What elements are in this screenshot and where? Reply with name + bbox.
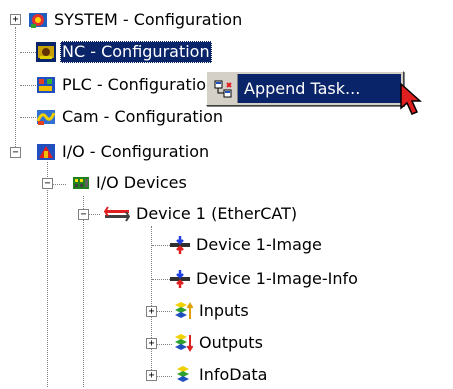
tree-item-label: SYSTEM - Configuration: [54, 10, 243, 29]
collapse-toggle-device1[interactable]: −: [78, 209, 89, 220]
tree-item-label: PLC - Configuration: [62, 75, 217, 94]
tree-line: [152, 245, 172, 246]
io-config-icon: [36, 142, 56, 162]
tree-line: [47, 162, 48, 387]
tree-item-device1-image[interactable]: Device 1-Image: [170, 233, 324, 257]
tree-line: [156, 311, 172, 312]
tree-item-device1[interactable]: Device 1 (EtherCAT): [103, 202, 299, 226]
io-devices-icon: [72, 174, 90, 192]
tree-line: [52, 184, 66, 185]
expand-toggle-system[interactable]: +: [10, 14, 21, 25]
plc-config-icon: [36, 75, 56, 95]
process-image-icon: [170, 269, 190, 289]
tree-item-system[interactable]: SYSTEM - Configuration: [28, 8, 244, 32]
cam-config-icon: [36, 107, 56, 127]
collapse-toggle-io-devices[interactable]: −: [42, 178, 53, 189]
mouse-cursor-icon: [395, 82, 427, 126]
infodata-icon: [173, 365, 193, 385]
tree-item-plc[interactable]: PLC - Configuration: [36, 73, 218, 97]
tree-item-label: I/O Devices: [96, 173, 187, 192]
tree-item-label: Device 1-Image: [196, 235, 322, 254]
tree-line: [152, 279, 172, 280]
tree-item-infodata[interactable]: InfoData: [173, 363, 269, 387]
tree-line: [20, 52, 36, 53]
tree-line: [83, 196, 84, 387]
outputs-icon: [173, 333, 194, 353]
tree-line: [20, 117, 36, 118]
tree-line: [156, 376, 172, 377]
tree-item-label: InfoData: [199, 365, 268, 384]
tree-line: [88, 214, 100, 215]
expand-toggle-inputs[interactable]: +: [146, 306, 157, 317]
tree-item-io-devices[interactable]: I/O Devices: [72, 171, 189, 195]
tree-item-label: Device 1-Image-Info: [196, 269, 358, 288]
tree-item-label: Outputs: [199, 333, 263, 352]
tree-line: [15, 27, 16, 153]
append-task-icon: [209, 74, 238, 103]
tree-line: [20, 85, 36, 86]
append-task-menu-item[interactable]: Append Task...: [209, 74, 401, 103]
tree-item-label: NC - Configuration: [60, 41, 212, 63]
menu-item-label: Append Task...: [244, 79, 361, 98]
tree-item-io[interactable]: I/O - Configuration: [36, 140, 211, 164]
tree-item-label: Cam - Configuration: [62, 107, 224, 126]
tree-item-device1-image-info[interactable]: Device 1-Image-Info: [170, 267, 360, 291]
process-image-icon: [170, 235, 190, 255]
tree-item-label: I/O - Configuration: [62, 142, 210, 161]
configuration-tree: + − − − + + + SYSTEM - Configuration NC …: [0, 0, 453, 387]
nc-config-icon: [36, 42, 56, 62]
system-config-icon: [28, 10, 48, 30]
tree-line: [156, 344, 172, 345]
collapse-toggle-io[interactable]: −: [10, 147, 21, 158]
tree-item-cam[interactable]: Cam - Configuration: [36, 105, 225, 129]
tree-item-nc[interactable]: NC - Configuration: [36, 40, 212, 64]
expand-toggle-infodata[interactable]: +: [146, 370, 157, 381]
tree-item-outputs[interactable]: Outputs: [173, 331, 265, 355]
inputs-icon: [173, 301, 194, 321]
tree-item-label: Inputs: [199, 301, 249, 320]
tree-item-inputs[interactable]: Inputs: [173, 299, 251, 323]
tree-line: [151, 226, 152, 376]
context-menu: Append Task...: [206, 71, 404, 106]
tree-item-label: Device 1 (EtherCAT): [136, 204, 298, 223]
ethercat-device-icon: [103, 204, 131, 224]
expand-toggle-outputs[interactable]: +: [146, 338, 157, 349]
